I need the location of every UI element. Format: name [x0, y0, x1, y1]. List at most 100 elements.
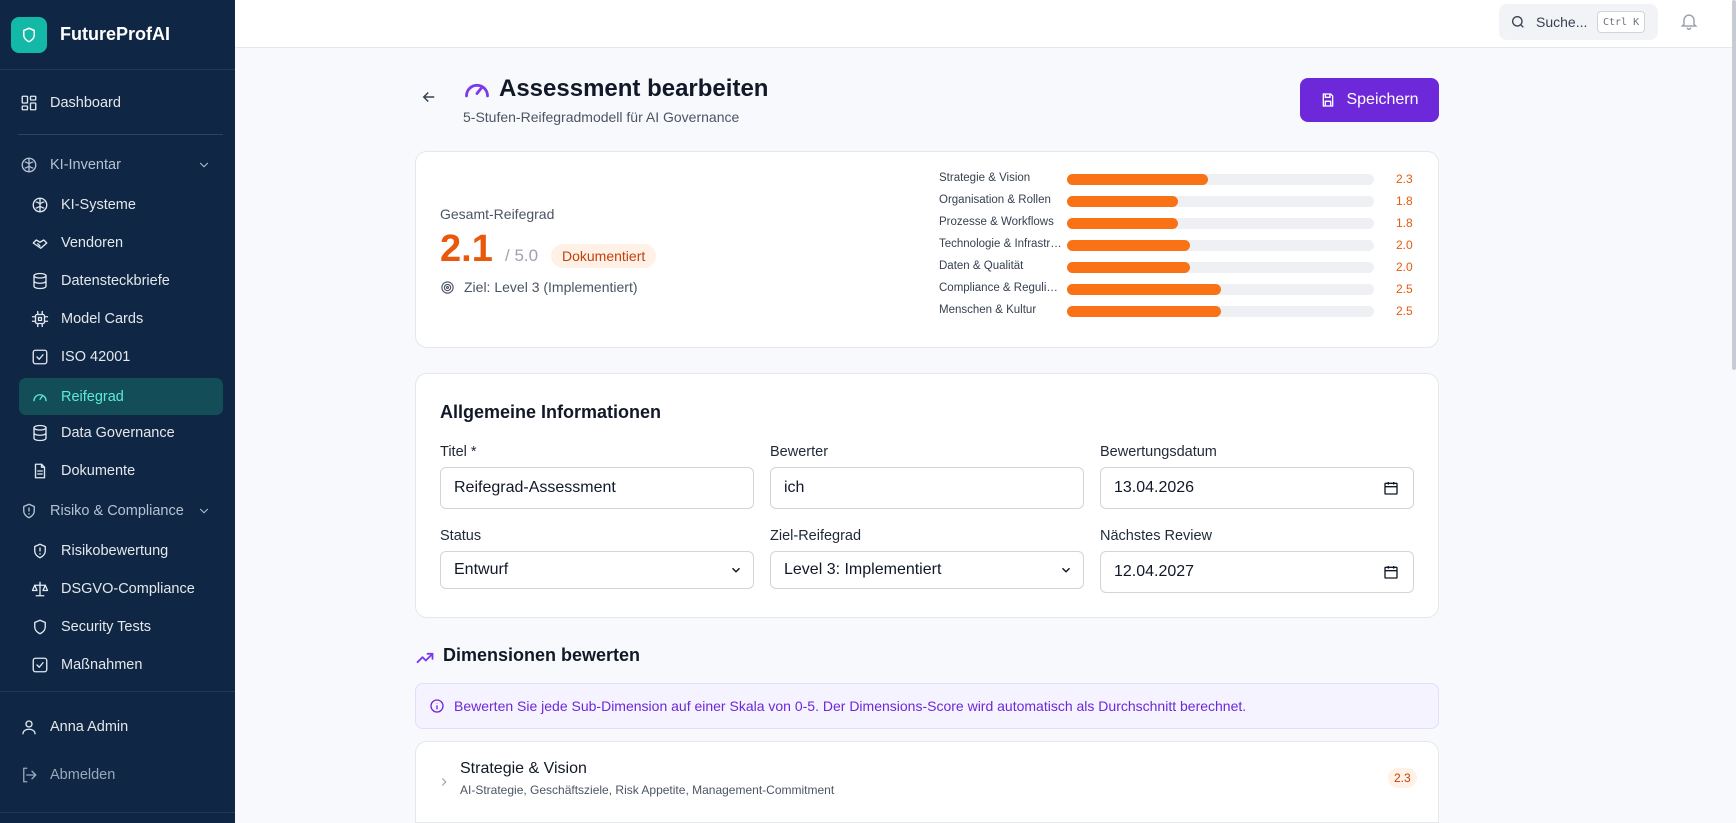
dimension-bar-label: Prozesse & Workflows — [939, 216, 1054, 228]
brain-icon — [21, 157, 37, 173]
title-input-value: Reifegrad-Assessment — [454, 479, 616, 496]
notifications-button[interactable] — [1679, 11, 1699, 31]
chevron-right-icon — [437, 775, 451, 789]
checkbox-icon — [32, 657, 48, 673]
page-subtitle: 5-Stufen-Reifegradmodell für AI Governan… — [463, 109, 740, 125]
assessment-date-value: 13.04.2026 — [1114, 479, 1195, 496]
dimension-bar-track — [1067, 262, 1374, 273]
sidebar-group-ki-inventar[interactable]: KI-Inventar — [20, 156, 220, 174]
keyboard-shortcut: Ctrl K — [1597, 11, 1646, 33]
sidebar-item-vendoren[interactable]: Vendoren — [31, 234, 123, 252]
target-maturity-select[interactable]: Level 3: Implementiert — [770, 551, 1084, 589]
calendar-icon[interactable] — [1383, 480, 1399, 496]
sidebar-item-dashboard[interactable]: Dashboard — [20, 94, 121, 112]
status-select-value: Entwurf — [454, 561, 509, 578]
target-maturity-value: Level 3: Implementiert — [784, 561, 942, 578]
dimension-subtitle: AI-Strategie, Geschäftsziele, Risk Appet… — [460, 783, 835, 797]
arrow-left-icon — [422, 91, 435, 103]
sidebar-item-label: DSGVO-Compliance — [61, 581, 195, 597]
trending-up-icon — [415, 648, 435, 668]
dimension-bar-track — [1067, 284, 1374, 295]
sidebar-item-security-tests[interactable]: Security Tests — [31, 618, 151, 636]
sidebar-item-label: KI-Systeme — [61, 197, 136, 213]
brand[interactable]: FutureProfAI — [0, 0, 235, 70]
chevron-down-icon — [199, 162, 209, 168]
assessment-date-input[interactable]: 13.04.2026 — [1100, 467, 1414, 509]
dimension-bar-track — [1067, 174, 1374, 185]
sidebar-item-label: Risikobewertung — [61, 543, 169, 559]
dimension-bar-value: 2.5 — [1396, 282, 1413, 296]
general-info-card: Allgemeine Informationen Titel * Reifegr… — [415, 373, 1439, 618]
assessor-input[interactable]: ich — [770, 467, 1084, 509]
sidebar-divider — [18, 134, 223, 135]
checkbox-icon — [32, 349, 48, 365]
sidebar-group-risiko[interactable]: Risiko & Compliance — [20, 502, 220, 520]
sidebar-item-iso-42001[interactable]: ISO 42001 — [31, 348, 130, 366]
sidebar-item-label: Datensteckbriefe — [61, 273, 170, 289]
sidebar-item-risikobewertung[interactable]: Risikobewertung — [31, 542, 168, 560]
logout-label: Abmelden — [50, 767, 116, 783]
sidebar-item-label: Security Tests — [61, 619, 151, 635]
target-level-text: Ziel: Level 3 (Implementiert) — [464, 279, 638, 295]
page-scrollbar[interactable] — [1732, 0, 1736, 370]
logout-button[interactable]: Abmelden — [20, 766, 115, 784]
database-icon — [33, 272, 47, 290]
assessment-date-label: Bewertungsdatum — [1100, 444, 1217, 460]
dashboard-icon — [21, 95, 37, 111]
sidebar-item-model-cards[interactable]: Model Cards — [31, 310, 143, 328]
save-button[interactable]: Speichern — [1300, 78, 1439, 122]
info-banner: Bewerten Sie jede Sub-Dimension auf eine… — [415, 683, 1439, 729]
dimension-bar-fill — [1067, 240, 1190, 251]
search-icon — [1512, 16, 1524, 28]
assessor-input-value: ich — [784, 479, 805, 496]
sidebar-item-dsgvo[interactable]: DSGVO-Compliance — [31, 580, 195, 598]
title-label: Titel * — [440, 444, 477, 460]
dimension-bar-label: Strategie & Vision — [939, 172, 1031, 184]
brand-name: FutureProfAI — [60, 24, 170, 44]
search-button[interactable]: Suche... Ctrl K — [1499, 4, 1658, 40]
dimension-bar-fill — [1067, 196, 1178, 207]
sidebar-item-label: ISO 42001 — [61, 349, 131, 365]
sidebar-item-label: Data Governance — [61, 425, 175, 441]
brain-icon — [32, 197, 48, 213]
section-title: Allgemeine Informationen — [440, 402, 662, 422]
handshake-icon — [32, 239, 48, 249]
cpu-icon — [31, 310, 49, 328]
sidebar-item-datensteckbriefe[interactable]: Datensteckbriefe — [31, 272, 170, 290]
dimension-accordion-item[interactable]: Strategie & Vision AI-Strategie, Geschäf… — [415, 741, 1439, 823]
dimensions-section-title: Dimensionen bewerten — [443, 645, 641, 665]
user-menu[interactable]: Anna Admin — [20, 718, 128, 736]
dimension-bar-value: 2.0 — [1396, 238, 1413, 252]
dimension-bar-fill — [1067, 218, 1178, 229]
shield-logo-icon — [11, 16, 47, 53]
maturity-level-badge: Dokumentiert — [551, 244, 657, 268]
dimension-bar-label: Menschen & Kultur — [939, 304, 1037, 316]
save-icon — [1323, 93, 1334, 107]
status-label: Status — [440, 528, 482, 544]
sidebar-item-reifegrad[interactable]: Reifegrad — [19, 378, 223, 415]
dimension-bar-track — [1067, 196, 1374, 207]
sidebar-item-data-governance[interactable]: Data Governance — [31, 424, 175, 442]
sidebar-item-dokumente[interactable]: Dokumente — [31, 462, 135, 480]
sidebar-item-label: Vendoren — [61, 235, 124, 251]
scale-icon — [31, 581, 49, 597]
target-icon — [441, 280, 454, 294]
title-input[interactable]: Reifegrad-Assessment — [440, 467, 754, 509]
status-select[interactable]: Entwurf — [440, 551, 754, 589]
document-icon — [34, 463, 46, 479]
gauge-icon — [33, 393, 47, 401]
info-banner-text: Bewerten Sie jede Sub-Dimension auf eine… — [454, 698, 1247, 714]
sidebar-item-massnahmen[interactable]: Maßnahmen — [31, 656, 142, 674]
dimension-bar-track — [1067, 306, 1374, 317]
page-title: Assessment bearbeiten — [499, 75, 769, 102]
calendar-icon[interactable] — [1383, 564, 1399, 580]
sidebar-item-ki-systeme[interactable]: KI-Systeme — [31, 196, 136, 214]
sidebar-item-label: Model Cards — [61, 311, 144, 327]
dimension-title: Strategie & Vision — [460, 760, 587, 777]
back-button[interactable] — [420, 88, 446, 114]
database-icon — [33, 424, 47, 442]
next-review-input[interactable]: 12.04.2027 — [1100, 551, 1414, 593]
user-name: Anna Admin — [50, 719, 129, 735]
chevron-down-icon — [199, 508, 209, 514]
dimension-bar-fill — [1067, 174, 1209, 185]
